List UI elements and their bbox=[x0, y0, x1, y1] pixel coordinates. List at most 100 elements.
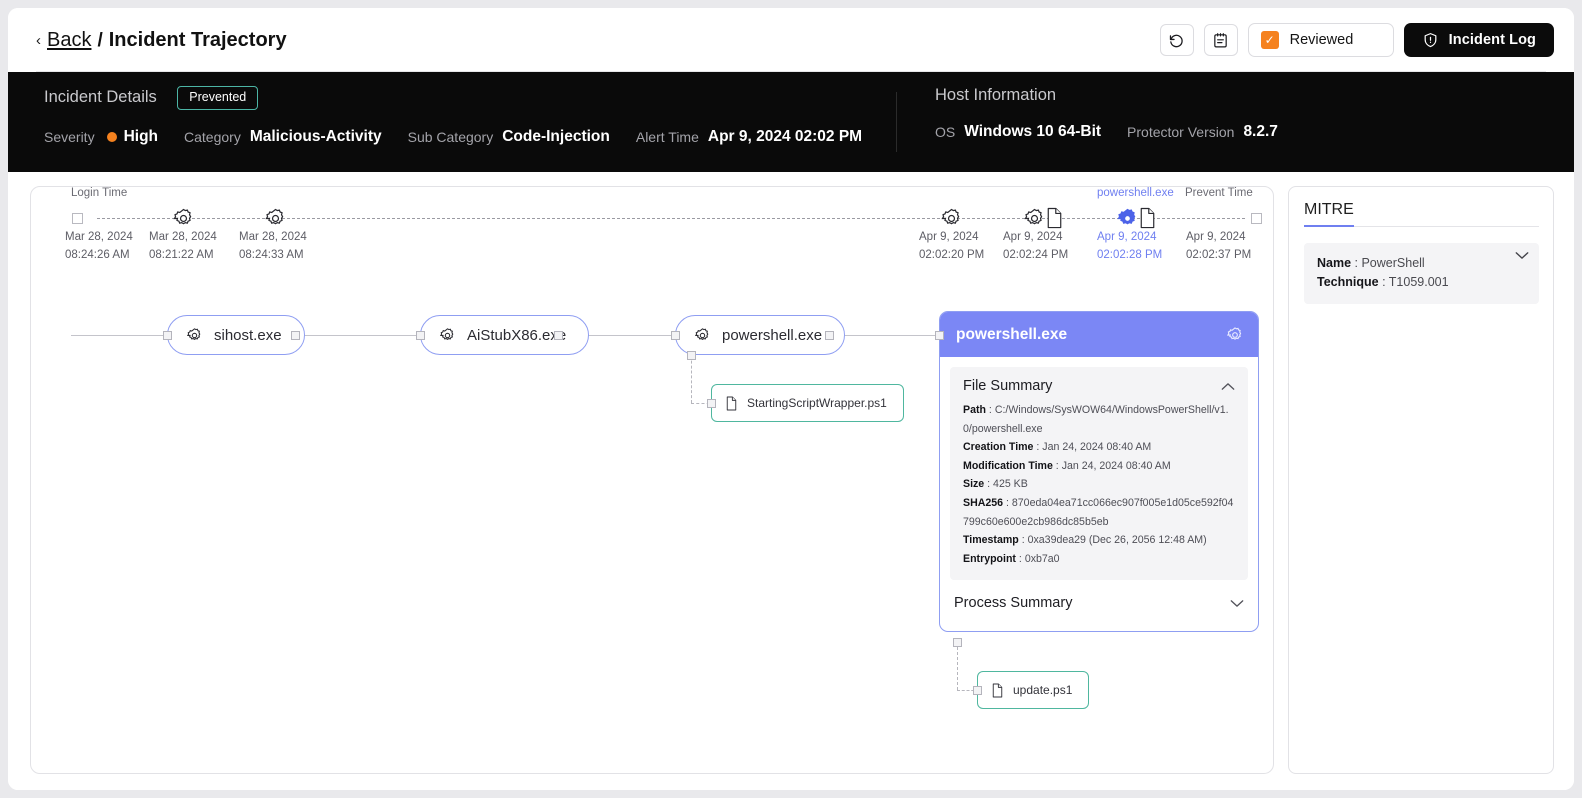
incident-details-row: Severity High Category Malicious-Activit… bbox=[44, 128, 896, 146]
mitre-panel: MITRE Name : PowerShell Technique : T105… bbox=[1288, 186, 1554, 774]
row-value: Jan 24, 2024 08:40 AM bbox=[1061, 459, 1171, 472]
timeline-time-line: 02:02:20 PM bbox=[919, 249, 985, 261]
timeline-date: Mar 28, 2024 08:24:33 AM bbox=[239, 228, 307, 264]
process-summary-section[interactable]: Process Summary bbox=[950, 580, 1248, 617]
timeline-time-line: 08:24:26 AM bbox=[65, 249, 130, 261]
file-summary-row: Timestamp : 0xa39dea29 (Dec 26, 2056 12:… bbox=[963, 534, 1207, 547]
row-value: 425 KB bbox=[993, 478, 1028, 491]
timeline-date-line: Mar 28, 2024 bbox=[239, 231, 307, 243]
timeline-date-line: Apr 9, 2024 bbox=[919, 231, 979, 243]
file-icon bbox=[725, 396, 738, 411]
timeline-highlight-label: powershell.exe bbox=[1097, 187, 1174, 199]
row-key: Creation Time bbox=[963, 441, 1034, 454]
file-summary-section: File Summary Path : C:/Windows/SysWOW64/… bbox=[950, 367, 1248, 581]
gear-icon[interactable] bbox=[1226, 326, 1244, 344]
mitre-technique-row: Technique : T1059.001 bbox=[1317, 275, 1449, 289]
gear-icon bbox=[439, 327, 456, 344]
node-port[interactable] bbox=[163, 331, 172, 340]
file-summary-row: Entrypoint : 0xb7a0 bbox=[963, 552, 1060, 565]
timeline-gear-icon[interactable] bbox=[1023, 207, 1046, 230]
chevron-down-icon[interactable] bbox=[1230, 599, 1244, 608]
incident-summary-band: Incident Details Prevented Severity High… bbox=[8, 72, 1574, 172]
row-value: C:/Windows/SysWOW64/WindowsPowerShell/v1… bbox=[963, 404, 1229, 435]
row-value: 0xb7a0 bbox=[1024, 552, 1060, 565]
graph-edge bbox=[71, 335, 169, 336]
timeline-end-label: Prevent Time bbox=[1185, 187, 1253, 199]
host-information-row: OS Windows 10 64-Bit Protector Version 8… bbox=[935, 123, 1574, 141]
chevron-left-icon: ‹ bbox=[36, 31, 41, 49]
row-key: Path bbox=[963, 404, 986, 416]
node-port[interactable] bbox=[671, 331, 680, 340]
node-port[interactable] bbox=[291, 331, 300, 340]
back-link[interactable]: Back bbox=[47, 29, 91, 52]
timeline-file-icon[interactable] bbox=[1138, 207, 1157, 229]
timeline-date-line: Mar 28, 2024 bbox=[65, 231, 133, 243]
mitre-technique-key: Technique bbox=[1317, 275, 1379, 289]
timeline-marker-end[interactable] bbox=[1251, 213, 1262, 224]
row-key: Entrypoint bbox=[963, 552, 1016, 565]
process-node-aistubx86[interactable]: AiStubX86.exe bbox=[420, 315, 590, 355]
node-port[interactable] bbox=[953, 638, 962, 647]
mitre-technique-card[interactable]: Name : PowerShell Technique : T1059.001 bbox=[1304, 243, 1539, 304]
file-summary-row: Path : C:/Windows/SysWOW64/WindowsPowerS… bbox=[963, 404, 1229, 435]
protector-version-label: Protector Version bbox=[1127, 124, 1235, 140]
file-node-label: update.ps1 bbox=[1013, 683, 1073, 697]
process-detail-card-body: File Summary Path : C:/Windows/SysWOW64/… bbox=[940, 357, 1258, 631]
timeline-marker-start[interactable] bbox=[72, 213, 83, 224]
graph-edge bbox=[829, 335, 939, 336]
file-node-label: StartingScriptWrapper.ps1 bbox=[747, 396, 887, 410]
row-value: Jan 24, 2024 08:40 AM bbox=[1042, 441, 1152, 454]
process-node-powershell[interactable]: powershell.exe bbox=[675, 315, 846, 355]
notes-button[interactable] bbox=[1203, 24, 1238, 56]
gear-icon bbox=[186, 327, 203, 344]
host-information-section: Host Information OS Windows 10 64-Bit Pr… bbox=[897, 72, 1574, 172]
category-value: Malicious-Activity bbox=[249, 127, 382, 145]
row-key: SHA256 bbox=[963, 496, 1004, 509]
incident-log-button[interactable]: Incident Log bbox=[1403, 23, 1554, 57]
page-title: Incident Trajectory bbox=[108, 28, 287, 51]
timeline-gear-icon[interactable] bbox=[940, 207, 963, 230]
file-node-startingscriptwrapper[interactable]: StartingScriptWrapper.ps1 bbox=[711, 384, 904, 422]
status-badge: Prevented bbox=[177, 86, 259, 110]
mitre-technique-value: T1059.001 bbox=[1388, 275, 1449, 289]
timeline-gear-icon[interactable] bbox=[172, 207, 195, 230]
trajectory-canvas[interactable]: Login Time powershell.exe Prevent Time M… bbox=[30, 186, 1274, 774]
chevron-down-icon[interactable] bbox=[1515, 251, 1529, 260]
file-summary-header[interactable]: File Summary bbox=[963, 378, 1235, 394]
timeline-date: Apr 9, 2024 02:02:24 PM bbox=[1003, 228, 1068, 264]
undo-button[interactable] bbox=[1159, 24, 1194, 56]
chevron-up-icon[interactable] bbox=[1221, 382, 1235, 391]
process-node-label: AiStubX86.exe bbox=[467, 326, 567, 344]
timeline-file-icon[interactable] bbox=[1045, 207, 1064, 229]
timeline-date-active: Apr 9, 2024 02:02:28 PM bbox=[1097, 228, 1162, 264]
node-port[interactable] bbox=[935, 331, 944, 340]
reviewed-button[interactable]: ✓ Reviewed bbox=[1247, 23, 1394, 57]
breadcrumb: ‹ Back / Incident Trajectory bbox=[36, 29, 287, 52]
timeline-date-line: Mar 28, 2024 bbox=[149, 231, 217, 243]
timeline-gear-icon-active[interactable] bbox=[1116, 207, 1139, 230]
process-node-sihost[interactable]: sihost.exe bbox=[167, 315, 305, 355]
node-port[interactable] bbox=[707, 399, 716, 408]
severity-dot-icon bbox=[106, 131, 117, 142]
check-icon: ✓ bbox=[1260, 31, 1279, 49]
alert-time-value: Apr 9, 2024 02:02 PM bbox=[707, 127, 863, 145]
timeline-gear-icon[interactable] bbox=[264, 207, 287, 230]
node-port[interactable] bbox=[554, 331, 563, 340]
timeline-time-line: 08:21:22 AM bbox=[149, 249, 214, 261]
alert-time-label: Alert Time bbox=[635, 128, 699, 145]
node-port[interactable] bbox=[687, 351, 696, 360]
incident-log-label: Incident Log bbox=[1448, 32, 1536, 48]
file-summary-row: Size : 425 KB bbox=[963, 478, 1028, 491]
file-summary-row: SHA256 : 870eda04ea71cc066ec907f005e1d05… bbox=[963, 496, 1234, 528]
node-port[interactable] bbox=[973, 686, 982, 695]
process-detail-card[interactable]: powershell.exe File Summary Path: C:/Wi… bbox=[939, 311, 1259, 633]
timeline: Login Time powershell.exe Prevent Time M… bbox=[31, 187, 1273, 269]
row-value: 870eda04ea71cc066ec907f005e1d05ce592f047… bbox=[963, 496, 1234, 528]
timeline-start-label: Login Time bbox=[71, 187, 128, 199]
process-node-label: powershell.exe bbox=[722, 326, 823, 344]
node-port[interactable] bbox=[825, 331, 834, 340]
node-port[interactable] bbox=[416, 331, 425, 340]
graph-edge bbox=[295, 335, 416, 336]
timeline-date: Apr 9, 2024 02:02:20 PM bbox=[919, 228, 984, 264]
file-node-update[interactable]: update.ps1 bbox=[977, 671, 1090, 709]
